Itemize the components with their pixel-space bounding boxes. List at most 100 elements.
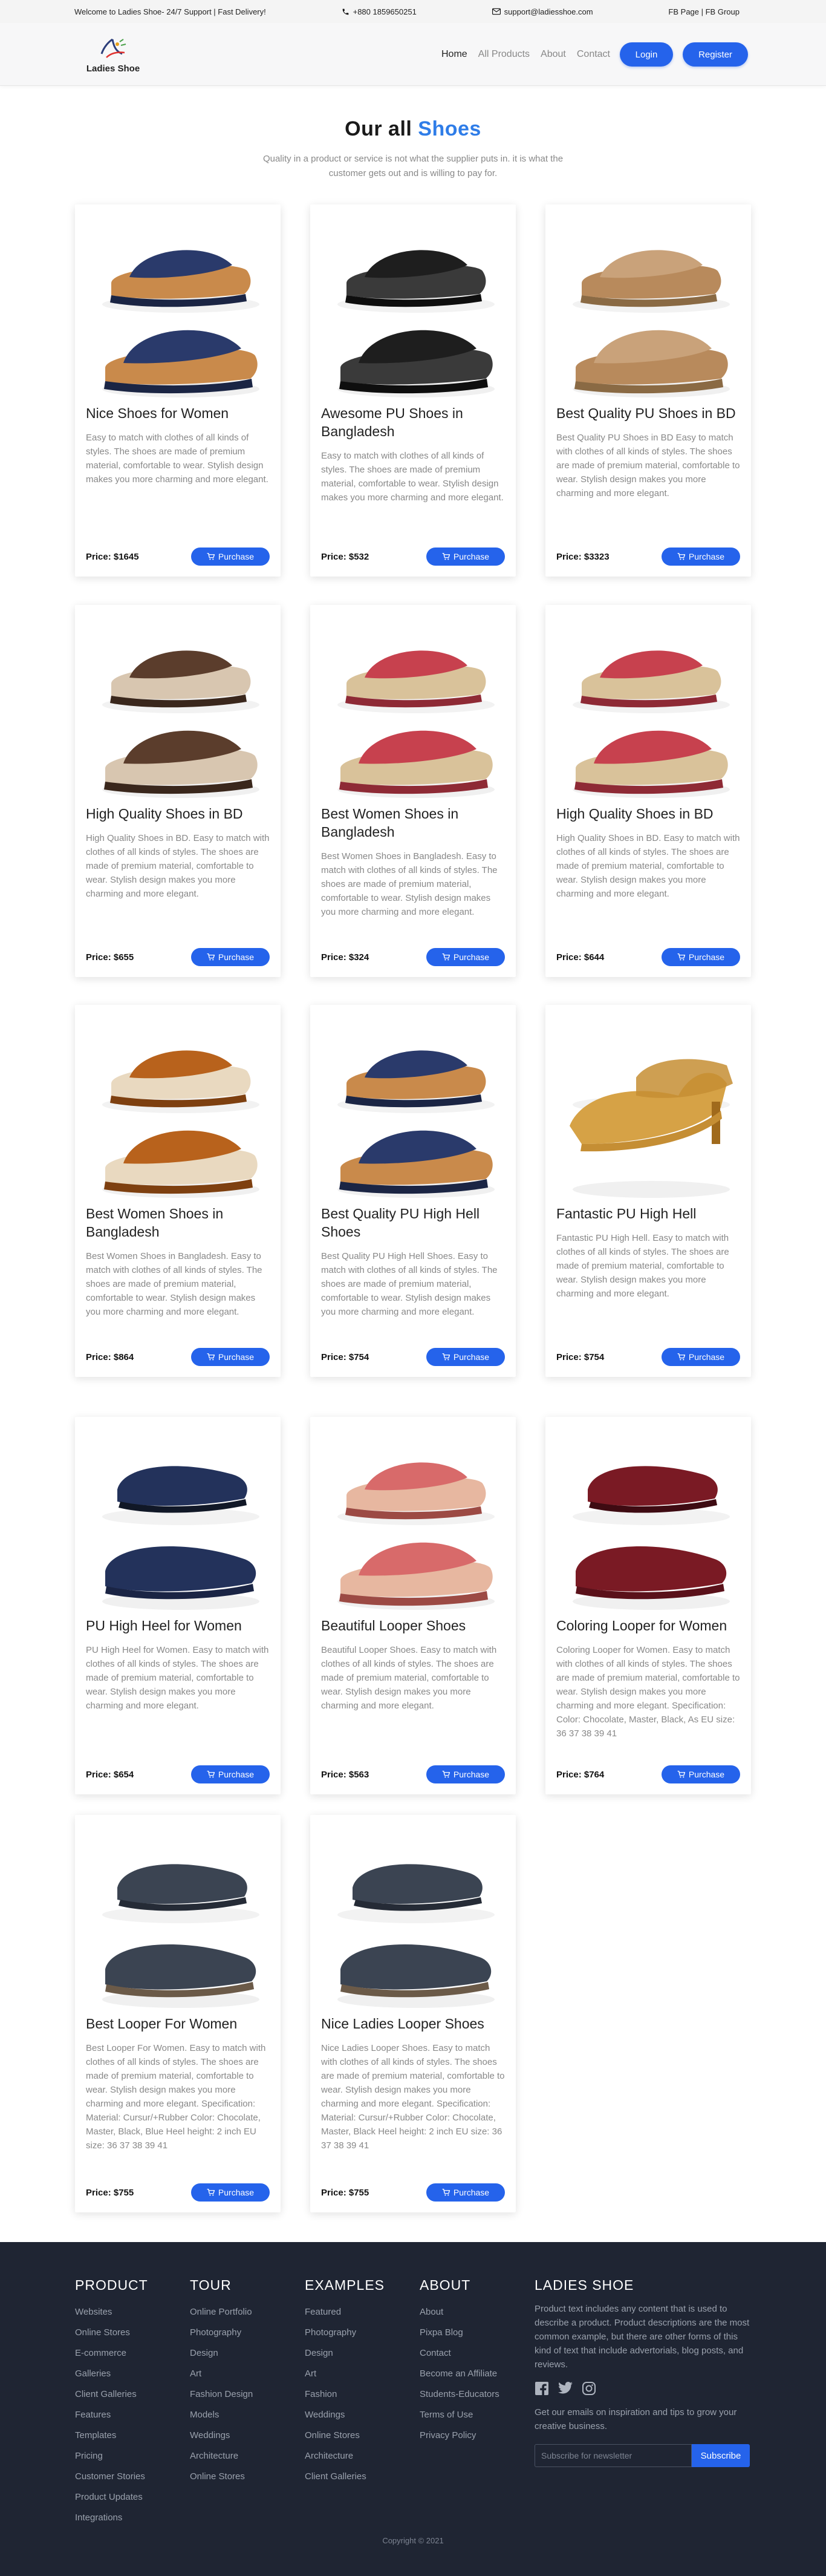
product-card[interactable]: High Quality Shoes in BD High Quality Sh… [545, 605, 751, 977]
footer-link[interactable]: About [420, 2302, 535, 2323]
twitter-icon[interactable] [558, 2381, 573, 2396]
brand-logo[interactable]: Ladies Shoe [83, 36, 143, 74]
product-card[interactable]: Fantastic PU High Hell Fantastic PU High… [545, 1005, 751, 1377]
footer-link[interactable]: E-commerce [75, 2343, 190, 2364]
footer-link[interactable]: Client Galleries [305, 2466, 420, 2487]
product-card[interactable]: Best Women Shoes in Bangladesh Best Wome… [310, 605, 516, 977]
product-title[interactable]: Beautiful Looper Shoes [321, 1617, 505, 1635]
instagram-icon[interactable] [582, 2381, 596, 2396]
footer-link[interactable]: Online Portfolio [190, 2302, 305, 2323]
footer-link[interactable]: Online Stores [305, 2425, 420, 2446]
purchase-button[interactable]: Purchase [426, 2183, 505, 2202]
footer-link[interactable]: Features [75, 2405, 190, 2425]
product-card[interactable]: Nice Ladies Looper Shoes Nice Ladies Loo… [310, 1815, 516, 2212]
footer-link[interactable]: Client Galleries [75, 2384, 190, 2405]
nav-home[interactable]: Home [441, 49, 467, 60]
footer-link[interactable]: Featured [305, 2302, 420, 2323]
purchase-button[interactable]: Purchase [662, 948, 740, 966]
footer-link[interactable]: Photography [305, 2323, 420, 2343]
product-title[interactable]: PU High Heel for Women [86, 1617, 270, 1635]
product-title[interactable]: High Quality Shoes in BD [556, 805, 740, 823]
product-card[interactable]: Best Quality PU High Hell Shoes Best Qua… [310, 1005, 516, 1377]
footer-link[interactable]: Integrations [75, 2508, 190, 2528]
product-card[interactable]: Coloring Looper for Women Coloring Loope… [545, 1417, 751, 1794]
footer-link[interactable]: Weddings [190, 2425, 305, 2446]
footer-link[interactable]: Architecture [190, 2446, 305, 2466]
nav-about[interactable]: About [541, 49, 566, 60]
product-title[interactable]: Awesome PU Shoes in Bangladesh [321, 404, 505, 440]
social-links[interactable]: FB Page | FB Group [668, 7, 740, 16]
purchase-button[interactable]: Purchase [662, 1348, 740, 1366]
product-title[interactable]: Best Women Shoes in Bangladesh [321, 805, 505, 841]
nav-all-products[interactable]: All Products [478, 49, 530, 60]
product-title[interactable]: Nice Shoes for Women [86, 404, 270, 422]
product-title[interactable]: Coloring Looper for Women [556, 1617, 740, 1635]
purchase-button[interactable]: Purchase [191, 1348, 270, 1366]
product-image[interactable] [545, 1417, 751, 1617]
footer-link[interactable]: Become an Affiliate [420, 2364, 535, 2384]
product-title[interactable]: Best Looper For Women [86, 2015, 270, 2033]
subscribe-button[interactable]: Subscribe [692, 2444, 750, 2467]
purchase-button[interactable]: Purchase [191, 1765, 270, 1783]
facebook-icon[interactable] [535, 2381, 549, 2396]
product-title[interactable]: Best Quality PU Shoes in BD [556, 404, 740, 422]
footer-link[interactable]: Contact [420, 2343, 535, 2364]
product-card[interactable]: Nice Shoes for Women Easy to match with … [75, 204, 281, 577]
footer-link[interactable]: Pricing [75, 2446, 190, 2466]
product-image[interactable] [310, 204, 516, 404]
product-image[interactable] [545, 1005, 751, 1205]
product-title[interactable]: Best Women Shoes in Bangladesh [86, 1205, 270, 1241]
phone-contact[interactable]: +880 1859650251 [342, 7, 417, 16]
product-card[interactable]: Beautiful Looper Shoes Beautiful Looper … [310, 1417, 516, 1794]
footer-link[interactable]: Pixpa Blog [420, 2323, 535, 2343]
product-title[interactable]: Best Quality PU High Hell Shoes [321, 1205, 505, 1241]
purchase-button[interactable]: Purchase [191, 948, 270, 966]
register-button[interactable]: Register [683, 42, 748, 67]
product-title[interactable]: Fantastic PU High Hell [556, 1205, 740, 1223]
footer-link[interactable]: Websites [75, 2302, 190, 2323]
purchase-button[interactable]: Purchase [191, 2183, 270, 2202]
newsletter-input[interactable]: Subscribe for newsletter [535, 2444, 692, 2467]
footer-link[interactable]: Fashion Design [190, 2384, 305, 2405]
purchase-button[interactable]: Purchase [191, 548, 270, 566]
product-image[interactable] [545, 605, 751, 805]
login-button[interactable]: Login [620, 42, 673, 67]
purchase-button[interactable]: Purchase [662, 1765, 740, 1783]
purchase-button[interactable]: Purchase [426, 948, 505, 966]
footer-link[interactable]: Art [190, 2364, 305, 2384]
nav-contact[interactable]: Contact [577, 49, 610, 60]
product-card[interactable]: PU High Heel for Women PU High Heel for … [75, 1417, 281, 1794]
footer-link[interactable]: Customer Stories [75, 2466, 190, 2487]
product-image[interactable] [75, 605, 281, 805]
footer-link[interactable]: Students-Educators [420, 2384, 535, 2405]
footer-link[interactable]: Product Updates [75, 2487, 190, 2508]
product-card[interactable]: Awesome PU Shoes in Bangladesh Easy to m… [310, 204, 516, 577]
product-image[interactable] [75, 1417, 281, 1617]
footer-link[interactable]: Online Stores [190, 2466, 305, 2487]
product-title[interactable]: Nice Ladies Looper Shoes [321, 2015, 505, 2033]
footer-link[interactable]: Models [190, 2405, 305, 2425]
purchase-button[interactable]: Purchase [426, 1348, 505, 1366]
product-image[interactable] [310, 1815, 516, 2015]
footer-link[interactable]: Photography [190, 2323, 305, 2343]
footer-link[interactable]: Online Stores [75, 2323, 190, 2343]
footer-link[interactable]: Privacy Policy [420, 2425, 535, 2446]
footer-link[interactable]: Fashion [305, 2384, 420, 2405]
footer-link[interactable]: Art [305, 2364, 420, 2384]
product-image[interactable] [310, 1005, 516, 1205]
footer-link[interactable]: Design [190, 2343, 305, 2364]
product-card[interactable]: Best Women Shoes in Bangladesh Best Wome… [75, 1005, 281, 1377]
footer-link[interactable]: Weddings [305, 2405, 420, 2425]
footer-link[interactable]: Architecture [305, 2446, 420, 2466]
footer-link[interactable]: Galleries [75, 2364, 190, 2384]
product-image[interactable] [310, 1417, 516, 1617]
footer-link[interactable]: Templates [75, 2425, 190, 2446]
product-card[interactable]: High Quality Shoes in BD High Quality Sh… [75, 605, 281, 977]
product-image[interactable] [545, 204, 751, 404]
product-image[interactable] [310, 605, 516, 805]
email-contact[interactable]: support@ladiesshoe.com [492, 7, 593, 16]
product-image[interactable] [75, 204, 281, 404]
product-image[interactable] [75, 1815, 281, 2015]
purchase-button[interactable]: Purchase [662, 548, 740, 566]
product-card[interactable]: Best Quality PU Shoes in BD Best Quality… [545, 204, 751, 577]
